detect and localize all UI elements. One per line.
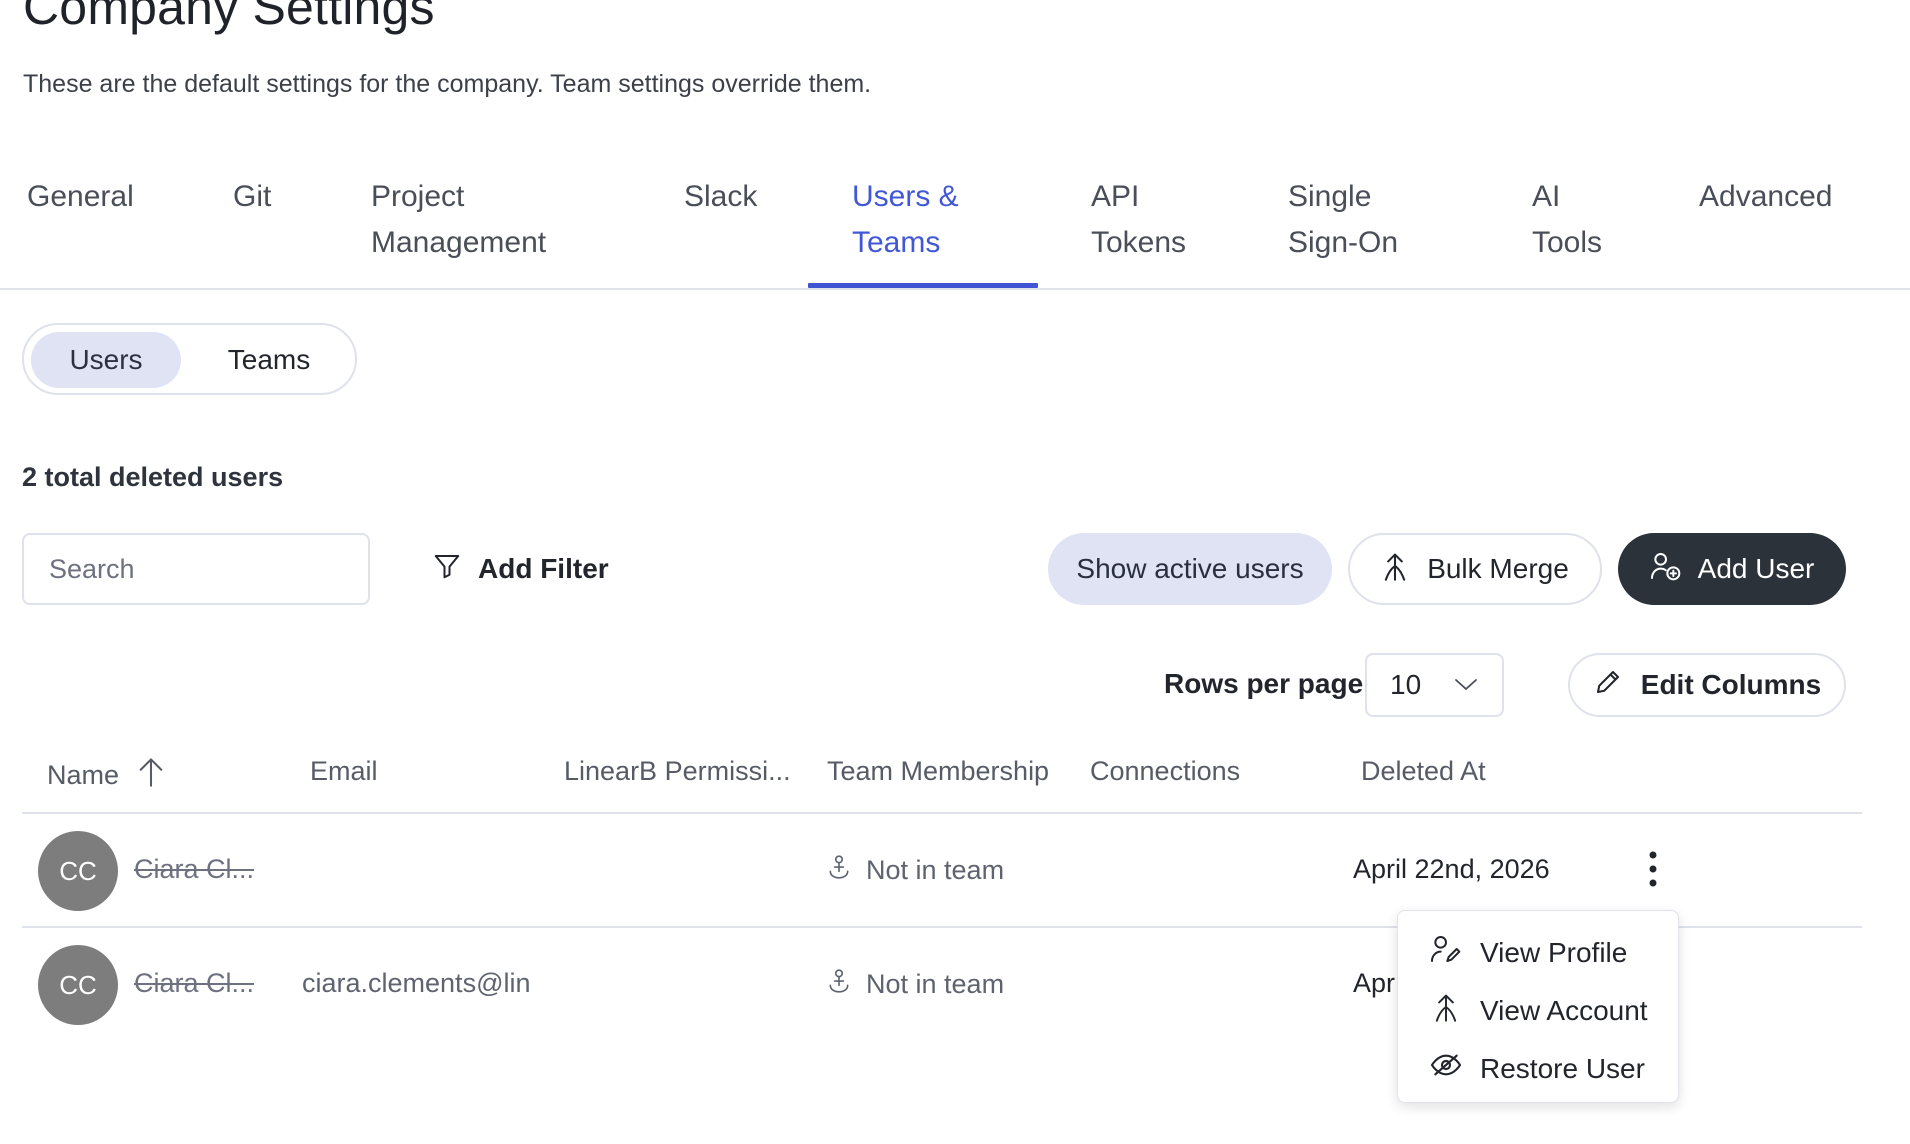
search-field[interactable] — [22, 533, 370, 605]
bulk-merge-label: Bulk Merge — [1427, 553, 1569, 584]
add-filter-label: Add Filter — [478, 553, 609, 584]
edit-columns-label: Edit Columns — [1640, 669, 1822, 700]
tab-single-sign-on[interactable]: Single Sign-On — [1288, 174, 1398, 266]
column-header-deleted-at[interactable]: Deleted At — [1361, 756, 1486, 787]
show-active-users-button[interactable]: Show active users — [1048, 533, 1332, 605]
page-title: Company Settings — [23, 0, 435, 35]
edit-columns-button[interactable]: Edit Columns — [1568, 653, 1846, 717]
deleted-at: Apr — [1353, 968, 1396, 998]
row-actions-menu: View Profile View Account Restore User — [1397, 910, 1679, 1103]
team-icon — [826, 968, 852, 1001]
user-edit-icon — [1430, 933, 1462, 972]
tab-users-teams[interactable]: Users & Teams — [852, 174, 959, 266]
user-name: Ciara Cl... — [134, 854, 255, 884]
rows-per-page-label: Rows per page — [1164, 668, 1364, 699]
user-email: ciara.clements@lin — [302, 968, 531, 998]
tab-project-management[interactable]: Project Management — [371, 174, 546, 266]
add-user-icon — [1650, 550, 1682, 589]
column-header-permissions[interactable]: LinearB Permissi... — [564, 756, 791, 787]
settings-tabs: General Git Project Management Slack User… — [0, 170, 1910, 290]
restore-user-label: Restore User — [1480, 1052, 1645, 1084]
show-active-users-label: Show active users — [1076, 553, 1304, 584]
column-header-name[interactable]: Name — [47, 756, 165, 795]
deleted-at: April 22nd, 2026 — [1353, 854, 1550, 884]
merge-icon — [1430, 991, 1462, 1030]
tab-api-tokens[interactable]: API Tokens — [1091, 174, 1186, 266]
avatar: CC — [38, 945, 118, 1025]
page-subtitle: These are the default settings for the c… — [23, 70, 872, 98]
sort-ascending-icon[interactable] — [137, 756, 165, 795]
menu-item-view-profile[interactable]: View Profile — [1430, 933, 1627, 972]
rows-per-page-select[interactable]: 10 — [1365, 653, 1504, 717]
tab-git[interactable]: Git — [233, 174, 271, 220]
menu-item-view-account[interactable]: View Account — [1430, 991, 1648, 1030]
team-membership-text: Not in team — [866, 969, 1005, 999]
view-profile-label: View Profile — [1480, 936, 1628, 968]
bulk-merge-button[interactable]: Bulk Merge — [1348, 533, 1602, 605]
add-user-button[interactable]: Add User — [1618, 533, 1846, 605]
column-header-team-membership[interactable]: Team Membership — [827, 756, 1049, 787]
team-membership: Not in team — [826, 968, 1004, 1001]
search-input[interactable] — [24, 535, 368, 603]
filter-icon — [432, 551, 462, 588]
team-icon — [826, 854, 852, 887]
tab-slack[interactable]: Slack — [684, 174, 757, 220]
add-user-label: Add User — [1697, 553, 1815, 584]
deleted-users-count: 2 total deleted users — [22, 462, 284, 492]
avatar: CC — [38, 831, 118, 911]
row-actions-kebab-icon[interactable] — [1638, 844, 1668, 894]
pencil-icon — [1593, 667, 1623, 704]
tab-general[interactable]: General — [27, 174, 134, 220]
column-header-name-label: Name — [47, 760, 120, 790]
segment-teams[interactable]: Teams — [194, 332, 344, 388]
users-teams-toggle: Users Teams — [22, 323, 357, 395]
tab-advanced[interactable]: Advanced — [1699, 174, 1832, 220]
menu-item-restore-user[interactable]: Restore User — [1430, 1049, 1645, 1088]
column-header-email[interactable]: Email — [310, 756, 378, 787]
team-membership: Not in team — [826, 854, 1004, 887]
view-account-label: View Account — [1480, 994, 1648, 1026]
merge-icon — [1381, 550, 1409, 589]
eye-icon — [1430, 1049, 1462, 1088]
rows-per-page-value: 10 — [1390, 669, 1422, 700]
active-tab-indicator — [808, 283, 1038, 288]
tab-ai-tools[interactable]: AI Tools — [1532, 174, 1602, 266]
column-header-connections[interactable]: Connections — [1090, 756, 1240, 787]
team-membership-text: Not in team — [866, 855, 1005, 885]
chevron-down-icon — [1453, 675, 1479, 698]
user-name: Ciara Cl... — [134, 968, 255, 998]
add-filter-button[interactable]: Add Filter — [432, 548, 609, 590]
segment-users[interactable]: Users — [31, 332, 181, 388]
